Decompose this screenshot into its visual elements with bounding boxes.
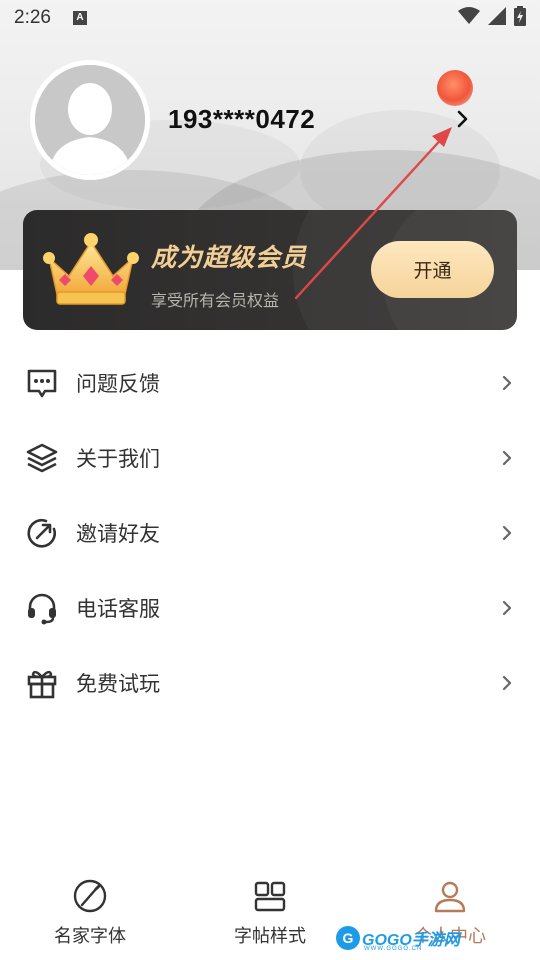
notification-icon: A: [72, 11, 87, 25]
crown-icon: [41, 228, 141, 308]
tab-copybook-styles[interactable]: 字帖样式: [180, 868, 360, 960]
watermark-url: WWW.GOGO.CN: [364, 946, 423, 952]
notification-dot: [437, 70, 473, 106]
headset-icon: [24, 590, 60, 626]
pen-nib-icon: [70, 876, 110, 916]
status-bar: 2:26 A: [0, 0, 540, 36]
vip-banner[interactable]: 成为超级会员 享受所有会员权益 开通: [23, 210, 517, 330]
tab-label: 字帖样式: [234, 926, 306, 947]
chevron-right-icon: [498, 674, 516, 692]
signal-icon: [488, 7, 506, 29]
profile-detail-button[interactable]: [448, 106, 478, 136]
menu-item-label: 邀请好友: [76, 521, 160, 546]
grid-icon: [250, 876, 290, 916]
menu-item-customer-service[interactable]: 电话客服: [0, 570, 540, 645]
watermark-logo-icon: G: [336, 926, 360, 950]
chevron-right-icon: [456, 110, 470, 132]
phone-number: 193****0472: [168, 104, 316, 134]
menu-item-label: 问题反馈: [76, 371, 160, 396]
chevron-right-icon: [498, 449, 516, 467]
vip-title: 成为超级会员: [151, 243, 308, 272]
chevron-right-icon: [498, 524, 516, 542]
wifi-icon: [458, 7, 480, 29]
tab-famous-fonts[interactable]: 名家字体: [0, 868, 180, 960]
menu-item-feedback[interactable]: 问题反馈: [0, 345, 540, 420]
chevron-right-icon: [498, 374, 516, 392]
status-time: 2:26: [14, 7, 51, 28]
menu-item-about[interactable]: 关于我们: [0, 420, 540, 495]
menu-item-label: 关于我们: [76, 446, 160, 471]
layers-icon: [24, 440, 60, 476]
menu-item-label: 电话客服: [76, 596, 160, 621]
tab-label: 名家字体: [54, 926, 126, 947]
settings-menu: 问题反馈 关于我们 邀请好友 电话客服 免费试玩: [0, 345, 540, 720]
default-avatar-icon: [35, 65, 145, 175]
avatar[interactable]: [30, 60, 150, 180]
invite-icon: [24, 515, 60, 551]
person-icon: [430, 876, 470, 916]
site-watermark: G GOGO手游网 WWW.GOGO.CN: [336, 926, 460, 952]
battery-icon: [514, 6, 526, 30]
feedback-icon: [24, 365, 60, 401]
menu-item-free-trial[interactable]: 免费试玩: [0, 645, 540, 720]
chevron-right-icon: [498, 599, 516, 617]
gift-icon: [24, 665, 60, 701]
menu-item-invite[interactable]: 邀请好友: [0, 495, 540, 570]
menu-item-label: 免费试玩: [76, 671, 160, 696]
vip-open-button[interactable]: 开通: [371, 241, 494, 298]
vip-subtitle: 享受所有会员权益: [151, 291, 280, 310]
